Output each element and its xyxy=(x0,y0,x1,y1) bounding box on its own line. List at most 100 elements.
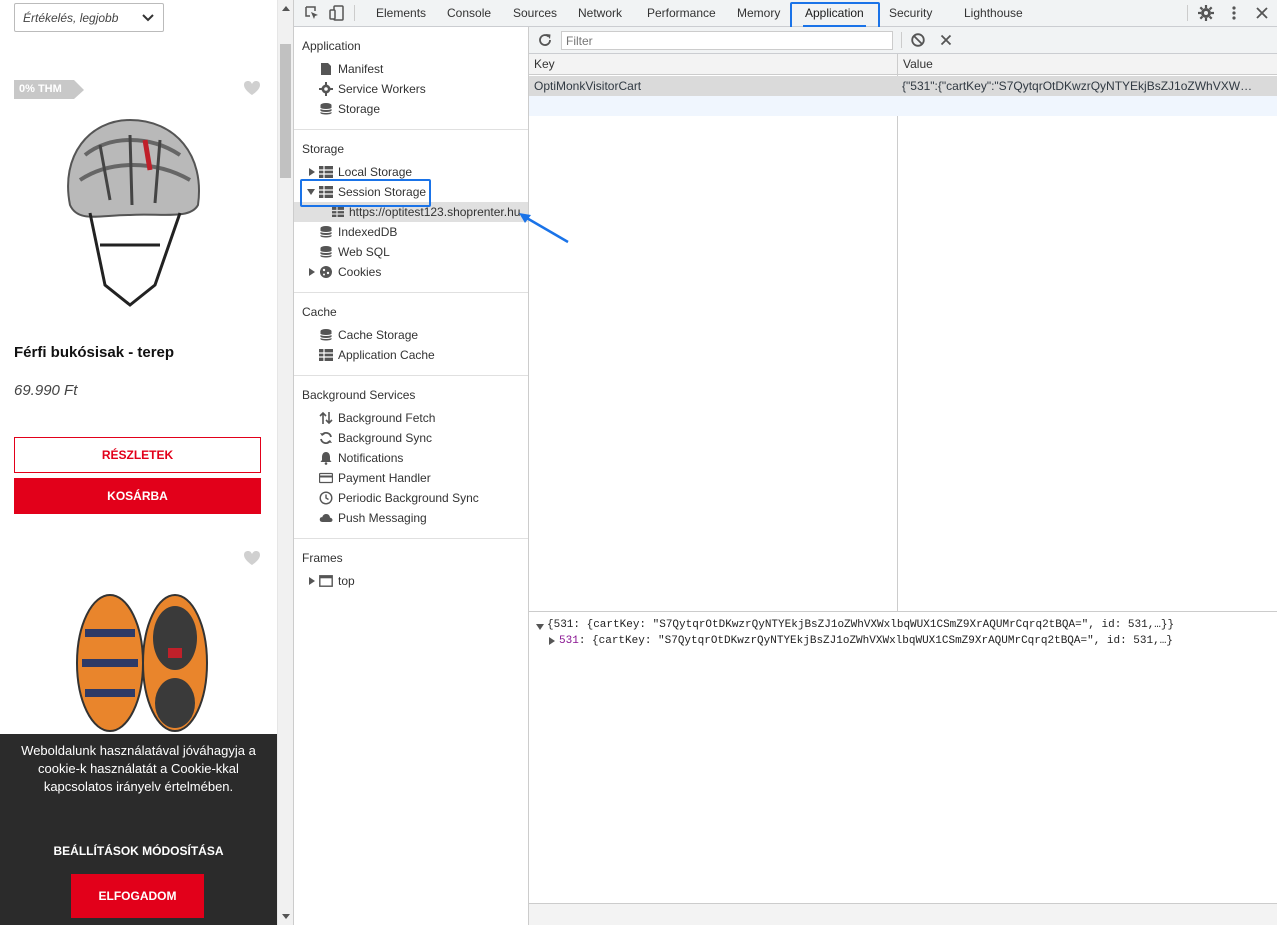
heart-icon[interactable] xyxy=(243,80,261,96)
table-cell-value: {"531":{"cartKey":"S7QytqrOtDKwzrQyNTYEk… xyxy=(902,79,1258,93)
cookie-settings-link[interactable]: BEÁLLÍTÁSOK MÓDOSÍTÁSA xyxy=(0,844,277,858)
sidebar-item-label: top xyxy=(338,574,355,588)
more-vert-icon[interactable] xyxy=(1226,5,1242,21)
sidebar-item-label: Periodic Background Sync xyxy=(338,491,479,505)
refresh-icon[interactable] xyxy=(537,32,553,48)
cookie-text: Weboldalunk használatával jóváhagyja a c… xyxy=(21,743,256,794)
sidebar-header-cache: Cache xyxy=(302,305,337,319)
inspect-icon[interactable] xyxy=(304,5,320,21)
storage-main-panel: Key Value OptiMonkVisitorCart {"531":{"c… xyxy=(529,27,1277,925)
sort-select[interactable]: Értékelés, legjobb xyxy=(14,3,164,32)
add-to-cart-button[interactable]: KOSÁRBA xyxy=(14,478,261,514)
cookie-icon xyxy=(320,266,332,278)
filter-input[interactable] xyxy=(561,31,893,50)
sidebar-item-label: Application Cache xyxy=(338,348,435,362)
table-row[interactable]: OptiMonkVisitorCart {"531":{"cartKey":"S… xyxy=(529,76,1277,96)
document-icon xyxy=(321,63,331,75)
tab-lighthouse[interactable]: Lighthouse xyxy=(962,0,1025,27)
sidebar-divider xyxy=(294,292,528,293)
tab-console[interactable]: Console xyxy=(445,0,493,27)
cookie-banner: Weboldalunk használatával jóváhagyja a c… xyxy=(0,734,277,925)
tab-memory[interactable]: Memory xyxy=(735,0,782,27)
table-grid-icon xyxy=(332,207,344,217)
sidebar-item-label: https://optitest123.shoprenter.hu xyxy=(349,205,521,219)
frame-window-icon xyxy=(319,575,333,587)
devtools-panel: Elements Console Sources Network Perform… xyxy=(293,0,1277,925)
preview-object-line[interactable]: {531: {cartKey: "S7QytqrOtDKwzrQyNTYEkjB… xyxy=(547,619,1174,631)
sort-select-label: Értékelés, legjobb xyxy=(23,11,119,25)
storage-toolbar xyxy=(529,27,1277,54)
database-icon xyxy=(320,103,332,115)
expand-arrow-icon[interactable] xyxy=(309,268,315,276)
sidebar-header-frames: Frames xyxy=(302,551,343,565)
settings-gear-icon[interactable] xyxy=(1198,5,1214,21)
toolbar-divider xyxy=(901,32,902,48)
table-cell-key: OptiMonkVisitorCart xyxy=(534,79,642,93)
gear-icon xyxy=(319,82,333,96)
sidebar-item-label: Background Sync xyxy=(338,431,433,445)
storage-table: Key Value OptiMonkVisitorCart {"531":{"c… xyxy=(529,54,1277,612)
bell-icon xyxy=(320,452,332,465)
sidebar-item-label: Cookies xyxy=(338,265,382,279)
sidebar-header-application: Application xyxy=(302,39,361,53)
sidebar-item-label: Service Workers xyxy=(338,82,426,96)
cloud-icon xyxy=(319,514,333,522)
table-grid-icon xyxy=(319,349,333,361)
sidebar-divider xyxy=(294,129,528,130)
toolbar-divider xyxy=(354,5,355,21)
clear-all-icon[interactable] xyxy=(910,32,926,48)
preview-property-value: : {cartKey: "S7QytqrOtDKwzrQyNTYEkjBsZJ1… xyxy=(578,635,1173,647)
sidebar-item-label: Push Messaging xyxy=(338,511,427,525)
sidebar-item-label: IndexedDB xyxy=(338,225,398,239)
scrollbar-thumb[interactable] xyxy=(280,44,291,178)
product-title[interactable]: Férfi bukósisak - terep xyxy=(14,344,174,361)
heart-icon[interactable] xyxy=(243,550,261,566)
sidebar-header-storage: Storage xyxy=(302,142,345,156)
clock-icon xyxy=(319,491,333,505)
sidebar-item-label: Web SQL xyxy=(338,245,390,259)
expand-arrow-icon[interactable] xyxy=(309,577,315,585)
devtools-tabbar: Elements Console Sources Network Perform… xyxy=(294,0,1277,31)
sidebar-header-background-services: Background Services xyxy=(302,388,416,402)
scroll-up-icon[interactable] xyxy=(282,6,290,11)
column-divider xyxy=(897,54,898,611)
up-down-arrows-icon xyxy=(319,411,333,425)
page-scrollbar[interactable] xyxy=(277,0,293,925)
database-icon xyxy=(320,329,332,341)
device-toolbar-icon[interactable] xyxy=(329,5,345,21)
expand-arrow-icon[interactable] xyxy=(549,637,555,645)
application-sidebar: Application Manifest Service Workers Sto… xyxy=(294,27,529,925)
toolbar-divider xyxy=(1187,5,1188,21)
preview-property-line[interactable]: 531: {cartKey: "S7QytqrOtDKwzrQyNTYEkjBs… xyxy=(559,635,1173,647)
tab-elements[interactable]: Elements xyxy=(374,0,428,27)
expand-arrow-icon[interactable] xyxy=(309,168,315,176)
tab-sources[interactable]: Sources xyxy=(511,0,559,27)
sidebar-item-label: Background Fetch xyxy=(338,411,436,425)
sidebar-divider xyxy=(294,538,528,539)
sidebar-item-label: Cache Storage xyxy=(338,328,419,342)
cookie-accept-button[interactable]: ELFOGADOM xyxy=(71,874,204,918)
product-price: 69.990 Ft xyxy=(14,382,78,399)
tab-performance[interactable]: Performance xyxy=(645,0,718,27)
shoes-product-image[interactable] xyxy=(70,593,220,743)
close-icon[interactable] xyxy=(1254,5,1270,21)
tab-network[interactable]: Network xyxy=(576,0,624,27)
table-row-empty[interactable] xyxy=(529,96,1277,116)
sidebar-divider xyxy=(294,375,528,376)
scroll-down-icon[interactable] xyxy=(282,914,290,919)
tab-security[interactable]: Security xyxy=(887,0,934,27)
column-header-key[interactable]: Key xyxy=(529,54,897,75)
shop-page: Értékelés, legjobb 0% THM Férfi bukósisa… xyxy=(0,0,277,925)
sidebar-item-label: Notifications xyxy=(338,451,404,465)
sync-icon xyxy=(320,432,332,444)
credit-card-icon xyxy=(319,472,333,484)
details-button[interactable]: RÉSZLETEK xyxy=(14,437,261,473)
helmet-product-image[interactable] xyxy=(40,95,220,325)
table-grid-icon xyxy=(319,166,333,178)
preview-property-key: 531 xyxy=(559,635,579,647)
column-header-value[interactable]: Value xyxy=(898,54,1277,75)
delete-selected-icon[interactable] xyxy=(938,32,954,48)
sidebar-item-label: Manifest xyxy=(338,62,384,76)
annotation-arrow xyxy=(519,213,569,244)
collapse-arrow-icon[interactable] xyxy=(536,624,544,630)
